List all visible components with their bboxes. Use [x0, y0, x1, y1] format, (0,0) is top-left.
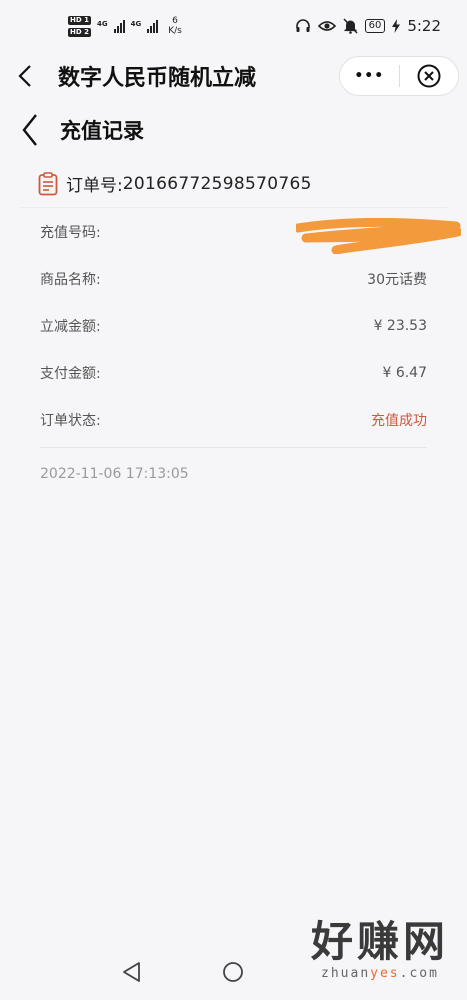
- more-button[interactable]: •••: [340, 57, 399, 95]
- speed-value: 6: [172, 16, 178, 26]
- discount-label: 立减金额:: [40, 318, 101, 335]
- order-number-label: 订单号:: [66, 176, 123, 196]
- order-number-value: 20166772598570765: [122, 173, 312, 194]
- hd2-badge: HD 2: [68, 27, 91, 37]
- order-card: 订单号: 20166772598570765 充值号码: 商品名称: 30元话费…: [20, 160, 447, 500]
- chevron-left-icon: [18, 65, 31, 87]
- more-icon: •••: [354, 68, 385, 84]
- triangle-back-icon: [122, 962, 140, 982]
- status-badge: 充值成功: [371, 412, 427, 429]
- speed-unit: K/s: [168, 26, 182, 36]
- charging-icon: [392, 19, 401, 33]
- app-title: 数字人民币随机立减: [58, 66, 257, 91]
- signal-icon: [147, 19, 159, 33]
- status-bar: HD 1 HD 2 4G 4G 6 K/s 60 5:22: [0, 0, 467, 52]
- net-type-1: 4G: [96, 19, 108, 28]
- close-circle-icon: [417, 64, 441, 88]
- hd1-badge: HD 1: [68, 15, 91, 25]
- status-left: HD 1 HD 2 4G 4G 6 K/s: [68, 15, 182, 37]
- nav-back-button[interactable]: [121, 961, 141, 987]
- detail-row-status: 订单状态: 充值成功: [40, 396, 427, 443]
- status-label: 订单状态:: [40, 412, 101, 429]
- headphones-icon: [295, 19, 310, 32]
- redaction-mark: [296, 218, 461, 254]
- close-button[interactable]: [400, 57, 459, 95]
- payment-value: ¥ 6.47: [382, 364, 427, 381]
- battery-indicator: 60: [364, 19, 386, 33]
- page-back-button[interactable]: [0, 104, 60, 156]
- circle-home-icon: [222, 962, 243, 982]
- system-nav-bar: [0, 948, 467, 1000]
- detail-row-product-name: 商品名称: 30元话费: [40, 255, 427, 302]
- page-header: 充值记录: [0, 104, 467, 156]
- network-speed: 6 K/s: [168, 16, 182, 36]
- chevron-left-icon: [22, 114, 37, 146]
- discount-value: ¥ 23.53: [373, 317, 427, 334]
- hd-indicators: HD 1 HD 2: [68, 15, 91, 37]
- signal-icon: [113, 19, 125, 33]
- recharge-number-label: 充值号码:: [40, 224, 101, 241]
- detail-row-discount: 立减金额: ¥ 23.53: [40, 302, 427, 349]
- nav-home-button[interactable]: [222, 961, 244, 987]
- eye-icon: [317, 21, 336, 31]
- capsule-menu: •••: [339, 56, 459, 96]
- status-right: 60 5:22: [295, 17, 441, 35]
- bell-muted-icon: [343, 18, 358, 34]
- product-name-label: 商品名称:: [40, 271, 101, 288]
- page-title: 充值记录: [60, 119, 144, 143]
- order-timestamp: 2022-11-06 17:13:05: [40, 466, 189, 482]
- payment-label: 支付金额:: [40, 365, 101, 382]
- product-name-value: 30元话费: [367, 271, 427, 288]
- detail-row-payment: 支付金额: ¥ 6.47: [40, 349, 427, 396]
- app-back-button[interactable]: [0, 52, 50, 100]
- net-type-2: 4G: [130, 19, 142, 28]
- app-header: 数字人民币随机立减 •••: [0, 52, 467, 100]
- clipboard-icon: [38, 171, 58, 195]
- clock: 5:22: [407, 17, 441, 35]
- order-number-row: 订单号: 20166772598570765: [20, 160, 447, 208]
